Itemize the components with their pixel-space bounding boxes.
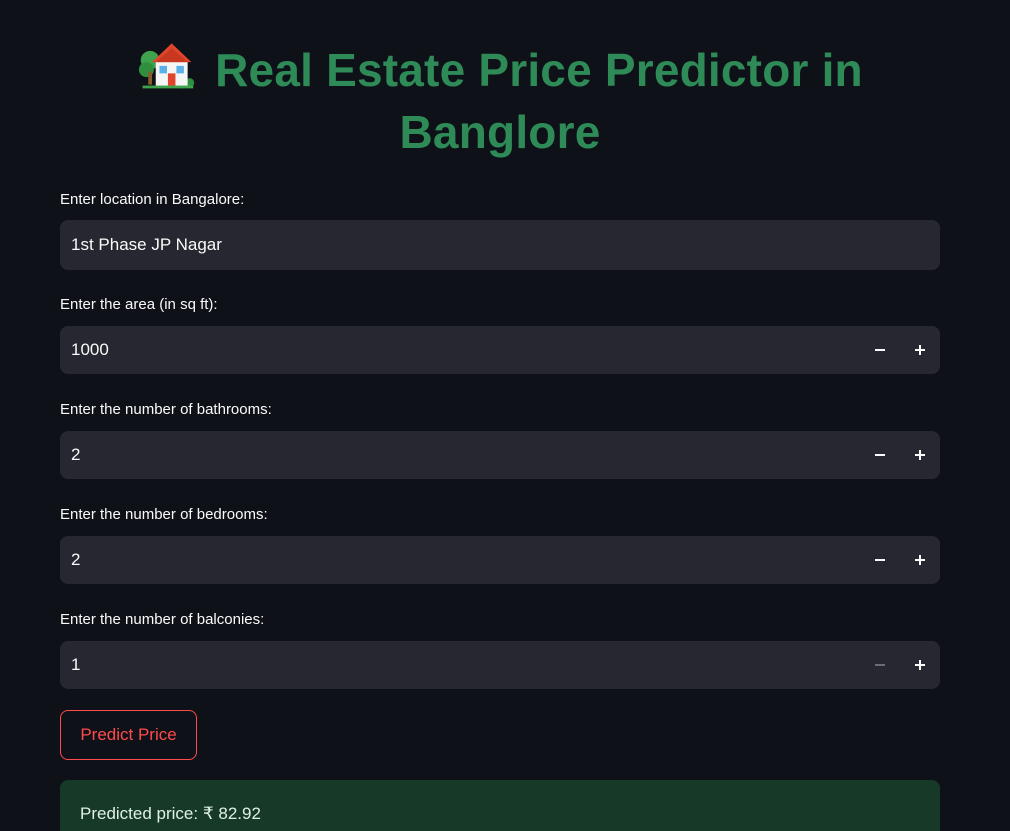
bathrooms-increment-button[interactable] (900, 431, 940, 479)
balconies-label: Enter the number of balconies: (60, 611, 265, 628)
predicted-price-alert: Predicted price: ₹ 82.92 (60, 780, 940, 831)
bedrooms-decrement-button[interactable] (860, 536, 900, 584)
minus-icon (875, 349, 885, 351)
balconies-increment-button[interactable] (900, 641, 940, 689)
house-with-garden-icon (139, 43, 195, 89)
area-number-field (60, 326, 940, 374)
plus-icon (915, 660, 925, 670)
minus-icon (875, 664, 885, 666)
bathrooms-label: Enter the number of bathrooms: (60, 401, 272, 418)
bathrooms-decrement-button[interactable] (860, 431, 900, 479)
predict-price-button[interactable]: Predict Price (60, 710, 197, 760)
bedrooms-input[interactable] (60, 536, 860, 584)
page-title: Real Estate Price Predictor in Banglore (60, 34, 940, 163)
bedrooms-number-field (60, 536, 940, 584)
area-label: Enter the area (in sq ft): (60, 296, 218, 313)
bathrooms-number-field (60, 431, 940, 479)
minus-icon (875, 559, 885, 561)
predicted-price-text: Predicted price: ₹ 82.92 (80, 804, 261, 823)
bedrooms-increment-button[interactable] (900, 536, 940, 584)
area-input[interactable] (60, 326, 860, 374)
plus-icon (915, 555, 925, 565)
plus-icon (915, 345, 925, 355)
bathrooms-input[interactable] (60, 431, 860, 479)
app-root: Real Estate Price Predictor in Banglore … (0, 0, 1010, 831)
balconies-number-field (60, 641, 940, 689)
location-label: Enter location in Bangalore: (60, 191, 245, 208)
balconies-decrement-button[interactable] (860, 641, 900, 689)
balconies-input[interactable] (60, 641, 860, 689)
minus-icon (875, 454, 885, 456)
location-input[interactable] (60, 220, 940, 270)
bedrooms-label: Enter the number of bedrooms: (60, 506, 268, 523)
page-title-text: Real Estate Price Predictor in Banglore (215, 44, 863, 158)
area-increment-button[interactable] (900, 326, 940, 374)
area-decrement-button[interactable] (860, 326, 900, 374)
plus-icon (915, 450, 925, 460)
